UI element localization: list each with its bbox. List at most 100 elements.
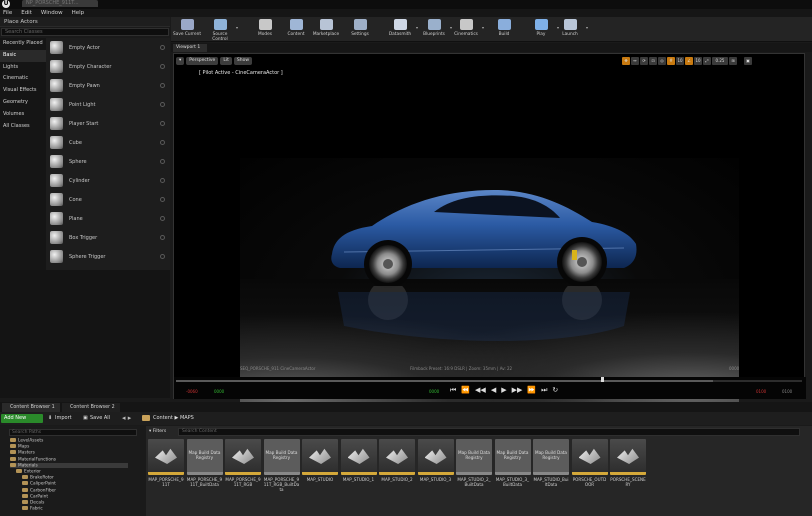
category-lights[interactable]: Lights bbox=[0, 62, 46, 74]
folder-tree-item[interactable]: CaliperPaint bbox=[22, 481, 56, 487]
actor-item[interactable]: Plane bbox=[46, 209, 170, 228]
actor-info-icon[interactable] bbox=[160, 159, 165, 164]
place-actors-header[interactable]: Place Actors bbox=[0, 17, 170, 27]
world-space-icon[interactable]: ◎ bbox=[658, 57, 666, 65]
folder-tree-item[interactable]: CarbonFiber bbox=[22, 487, 56, 493]
asset-tile[interactable]: Map Build Data Registry MAP_STUDIO_2_Buil… bbox=[456, 439, 492, 499]
grid-snap-icon[interactable]: # bbox=[667, 57, 675, 65]
transport-control-icon[interactable]: ⏩ bbox=[527, 386, 536, 395]
build-button[interactable]: Build bbox=[489, 18, 519, 41]
category-recently-placed[interactable]: Recently Placed bbox=[0, 38, 46, 50]
camera-speed-icon[interactable]: ⊞ bbox=[729, 57, 737, 65]
actor-info-icon[interactable] bbox=[160, 216, 165, 221]
asset-tile[interactable]: Map Build Data Registry MAP_PORSCHE_911T_… bbox=[186, 439, 223, 499]
category-volumes[interactable]: Volumes bbox=[0, 109, 46, 121]
import-button[interactable]: Import bbox=[55, 414, 72, 423]
actor-item[interactable]: Sphere Trigger bbox=[46, 247, 170, 266]
folder-tree-item[interactable]: Decals bbox=[22, 500, 44, 506]
timeline-playhead[interactable] bbox=[601, 377, 604, 382]
asset-tile[interactable]: Map Build Data Registry MAP_STUDIO_3_Buil… bbox=[494, 439, 531, 499]
transport-control-icon[interactable]: ◀◀ bbox=[475, 386, 486, 395]
dropdown-arrow-icon[interactable]: ▾ bbox=[586, 25, 588, 30]
rotate-tool-icon[interactable]: ⟳ bbox=[640, 57, 648, 65]
folder-tree-item[interactable]: Maps bbox=[10, 444, 29, 450]
tab-content-browser-1[interactable]: Content Browser 1 bbox=[2, 403, 60, 412]
rotate-snap-icon[interactable]: ∠ bbox=[685, 57, 693, 65]
folder-tree-item[interactable]: LevelAssets bbox=[10, 438, 43, 444]
transport-control-icon[interactable]: ⏮ bbox=[450, 386, 456, 395]
category-visual-effects[interactable]: Visual Effects bbox=[0, 85, 46, 97]
save-current-button[interactable]: Save Current bbox=[172, 18, 202, 41]
transport-control-icon[interactable]: ⏪ bbox=[461, 386, 470, 395]
translate-tool-icon[interactable]: ↔ bbox=[631, 57, 639, 65]
menu-help[interactable]: Help bbox=[72, 9, 85, 17]
actor-item[interactable]: Player Start bbox=[46, 114, 170, 133]
transport-control-icon[interactable]: ▶ bbox=[501, 386, 506, 395]
category-cinematic[interactable]: Cinematic bbox=[0, 73, 46, 85]
actor-item[interactable]: Cylinder bbox=[46, 171, 170, 190]
dropdown-arrow-icon[interactable]: ▾ bbox=[482, 25, 484, 30]
actor-info-icon[interactable] bbox=[160, 64, 165, 69]
viewport-options-button[interactable]: ▾ bbox=[176, 57, 185, 65]
asset-tile[interactable]: MAP_STUDIO bbox=[302, 439, 338, 499]
document-tab[interactable]: NP_PORSCHE_911T... bbox=[22, 0, 98, 7]
select-tool-icon[interactable]: ✥ bbox=[622, 57, 630, 65]
play-button[interactable]: Play ▾ bbox=[526, 18, 559, 41]
scale-snap-icon[interactable]: ⤢ bbox=[703, 57, 711, 65]
actor-info-icon[interactable] bbox=[160, 83, 165, 88]
actor-info-icon[interactable] bbox=[160, 121, 165, 126]
asset-tile[interactable]: Map Build Data Registry MAP_STUDIO_BuiltD… bbox=[533, 439, 569, 499]
transport-control-icon[interactable]: ◀ bbox=[491, 386, 496, 395]
save-all-button[interactable]: Save All bbox=[90, 414, 110, 423]
asset-tile[interactable]: MAP_STUDIO_2 bbox=[379, 439, 415, 499]
actor-info-icon[interactable] bbox=[160, 178, 165, 183]
cinematics-button[interactable]: Cinematics ▾ bbox=[451, 18, 484, 41]
search-content-input[interactable]: Search Content bbox=[178, 428, 800, 436]
dropdown-arrow-icon[interactable]: ▾ bbox=[236, 25, 238, 30]
rotate-size-value[interactable]: 10 bbox=[694, 57, 702, 65]
category-basic[interactable]: Basic bbox=[0, 49, 46, 62]
folder-tree-item[interactable]: Masters bbox=[10, 450, 35, 456]
asset-tile[interactable]: PORSCHE_OUTDOOR bbox=[571, 439, 608, 499]
category-all-classes[interactable]: All Classes bbox=[0, 121, 46, 133]
modes-button[interactable]: Modes bbox=[250, 18, 280, 41]
actor-info-icon[interactable] bbox=[160, 102, 165, 107]
content-button[interactable]: Content bbox=[281, 18, 311, 41]
actor-item[interactable]: Cube bbox=[46, 133, 170, 152]
menu-edit[interactable]: Edit bbox=[21, 9, 32, 17]
history-nav-icons[interactable]: ◂ ▸ bbox=[122, 414, 131, 423]
actor-item[interactable]: Empty Character bbox=[46, 57, 170, 76]
asset-tile[interactable]: MAP_PORSCHE_911T_RGB bbox=[225, 439, 261, 499]
menu-window[interactable]: Window bbox=[41, 9, 63, 17]
tab-viewport-1[interactable]: Viewport 1 bbox=[173, 44, 207, 52]
asset-tile[interactable]: Map Build Data Registry MAP_PORSCHE_911T_… bbox=[263, 439, 300, 499]
asset-tile[interactable]: MAP_PORSCHE_911T bbox=[148, 439, 184, 499]
asset-tile[interactable]: MAP_STUDIO_1 bbox=[340, 439, 377, 499]
folder-tree-item[interactable]: BrakeRotor bbox=[22, 475, 54, 481]
actor-item[interactable]: Empty Actor bbox=[46, 38, 170, 57]
actor-item[interactable]: Cone bbox=[46, 190, 170, 209]
folder-tree-item[interactable]: Fabric bbox=[22, 506, 43, 512]
sequencer-timeline[interactable]: -0060 0000 0000 0100 0100 ⏮ ⏪ ◀◀ ◀ ▶ ▶▶ ⏩ ⏭ ↻ bbox=[174, 377, 806, 399]
folder-tree-item[interactable]: MaterialFunctions bbox=[10, 456, 56, 462]
grid-size-value[interactable]: 10 bbox=[676, 57, 684, 65]
actor-item[interactable]: Sphere bbox=[46, 152, 170, 171]
source-control-button[interactable]: Source Control ▾ bbox=[205, 18, 238, 42]
lit-button[interactable]: Lit bbox=[220, 57, 232, 65]
import-icon[interactable]: ⬇ bbox=[48, 414, 52, 423]
category-geometry[interactable]: Geometry bbox=[0, 97, 46, 109]
folder-tree-item[interactable]: Exterior bbox=[16, 469, 41, 475]
breadcrumb-maps[interactable]: MAPS bbox=[180, 415, 194, 421]
folder-tree-item[interactable]: CarPaint bbox=[22, 493, 48, 499]
actor-info-icon[interactable] bbox=[160, 140, 165, 145]
menu-file[interactable]: File bbox=[3, 9, 12, 17]
tab-content-browser-2[interactable]: Content Browser 2 bbox=[62, 403, 120, 412]
launch-button[interactable]: Launch ▾ bbox=[555, 18, 588, 41]
actor-info-icon[interactable] bbox=[160, 45, 165, 50]
breadcrumb-content[interactable]: Content bbox=[153, 415, 173, 421]
marketplace-button[interactable]: Marketplace bbox=[311, 18, 341, 41]
perspective-button[interactable]: Perspective bbox=[186, 57, 219, 65]
actor-item[interactable]: Box Trigger bbox=[46, 228, 170, 247]
transport-control-icon[interactable]: ▶▶ bbox=[512, 386, 523, 395]
actor-item[interactable]: Empty Pawn bbox=[46, 76, 170, 95]
